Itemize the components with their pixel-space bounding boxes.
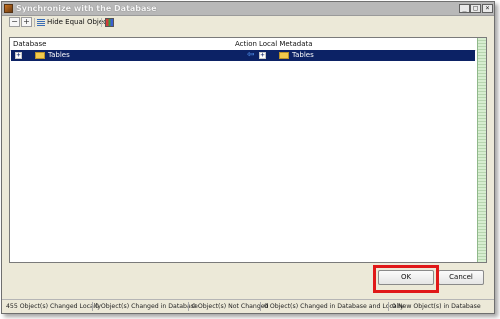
folder-icon bbox=[279, 52, 289, 59]
status-separator bbox=[388, 302, 389, 311]
list-icon bbox=[37, 18, 45, 26]
sync-dialog: Synchronize with the Database _ □ × − + … bbox=[1, 1, 495, 314]
hide-equal-label: Hide Equal Objects bbox=[47, 18, 114, 26]
database-item-label: Tables bbox=[48, 51, 70, 59]
app-icon bbox=[4, 4, 13, 13]
status-changed-both: 0 Object(s) Changed in Database and Loca… bbox=[264, 303, 404, 310]
expand-all-button[interactable]: + bbox=[21, 17, 32, 27]
status-separator bbox=[260, 302, 261, 311]
color-legend-icon[interactable] bbox=[105, 18, 114, 27]
status-separator bbox=[92, 302, 93, 311]
toolbar-separator bbox=[101, 18, 102, 27]
column-action[interactable]: Action bbox=[235, 38, 257, 50]
status-new-in-database: 0 New Object(s) in Database bbox=[392, 303, 481, 310]
status-changed-in-database: 0 Object(s) Changed in Database bbox=[95, 303, 198, 310]
table-row[interactable]: + Tables ⇦ + Tables bbox=[11, 50, 475, 61]
window-title: Synchronize with the Database bbox=[16, 4, 157, 13]
left-arrow-icon[interactable]: ⇦ bbox=[247, 51, 255, 60]
collapse-all-button[interactable]: − bbox=[9, 17, 20, 27]
local-item-label: Tables bbox=[292, 51, 314, 59]
minimize-button[interactable]: _ bbox=[459, 4, 470, 13]
expand-local-tables[interactable]: + bbox=[259, 52, 266, 59]
maximize-button[interactable]: □ bbox=[470, 4, 481, 13]
status-separator bbox=[188, 302, 189, 311]
status-bar: 455 Object(s) Changed Locally 0 Object(s… bbox=[2, 299, 494, 313]
status-not-changed: 0 Object(s) Not Changed bbox=[192, 303, 269, 310]
vertical-scrollbar[interactable] bbox=[477, 38, 486, 262]
cancel-button[interactable]: Cancel bbox=[438, 270, 484, 285]
folder-icon bbox=[35, 52, 45, 59]
ok-highlight-box bbox=[373, 265, 439, 293]
column-local-metadata[interactable]: Local Metadata bbox=[259, 38, 313, 50]
column-database[interactable]: Database bbox=[13, 38, 46, 50]
status-changed-locally: 455 Object(s) Changed Locally bbox=[6, 303, 101, 310]
close-button[interactable]: × bbox=[482, 4, 493, 13]
toolbar: − + Hide Equal Objects bbox=[2, 16, 494, 29]
expand-database-tables[interactable]: + bbox=[15, 52, 22, 59]
title-bar[interactable]: Synchronize with the Database _ □ × bbox=[2, 2, 494, 16]
toolbar-separator bbox=[34, 18, 35, 27]
comparison-grid: Database Action Local Metadata + Tables … bbox=[9, 37, 487, 263]
